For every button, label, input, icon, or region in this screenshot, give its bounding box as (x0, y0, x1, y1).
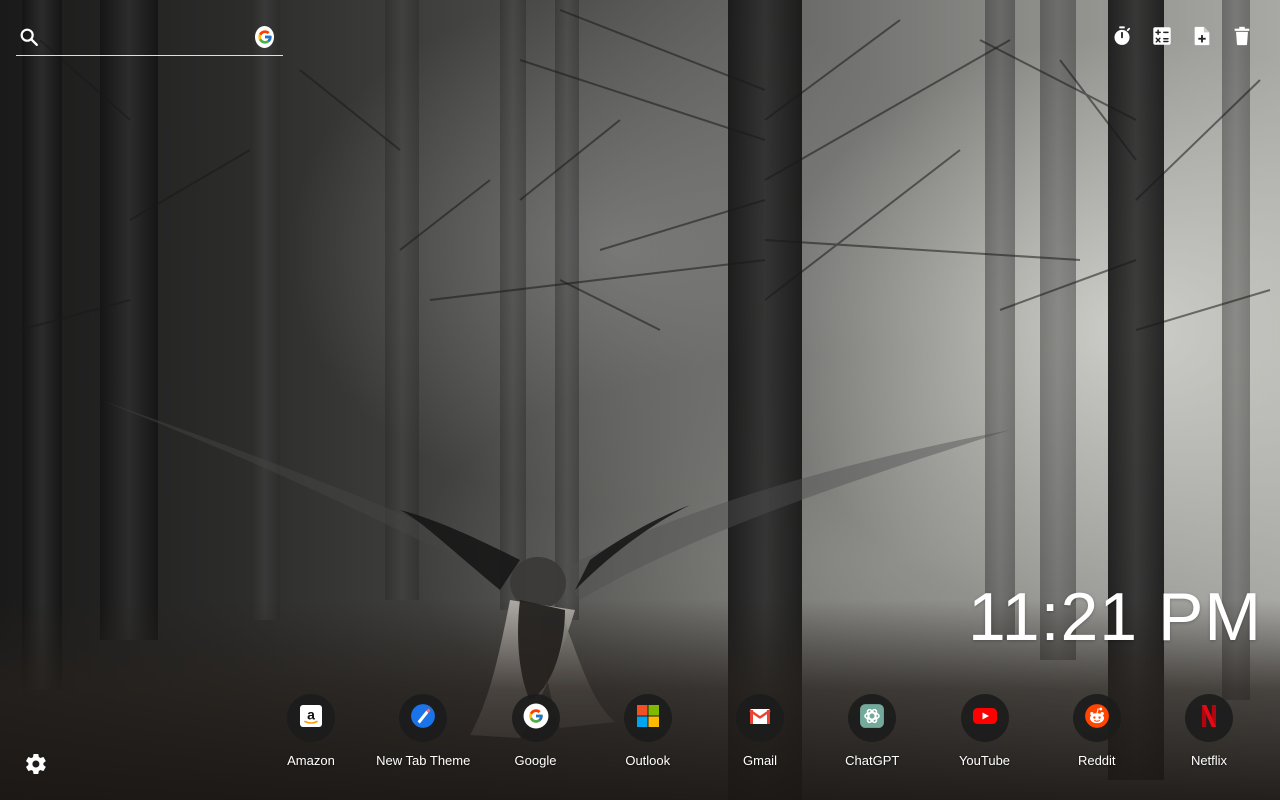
shortcut-tile[interactable] (1072, 694, 1121, 742)
shortcut-gmail[interactable]: Gmail (704, 694, 816, 768)
trash-icon[interactable] (1230, 24, 1254, 48)
shortcut-reddit[interactable]: Reddit (1041, 694, 1153, 768)
top-toolbar (1110, 24, 1254, 48)
shortcut-netflix[interactable]: Netflix (1153, 694, 1265, 768)
new-tab-theme-icon (410, 703, 436, 734)
shortcut-label: Reddit (1077, 753, 1116, 768)
add-file-icon[interactable] (1190, 24, 1214, 48)
shortcut-tile[interactable] (736, 694, 784, 742)
shortcuts-bar: a Amazon New Tab Theme Google Outlook Gm… (255, 694, 1265, 768)
gear-icon[interactable] (24, 752, 48, 776)
search-bar (16, 18, 283, 56)
shortcut-outlook[interactable]: Outlook (592, 694, 704, 768)
shortcut-tile[interactable] (960, 694, 1009, 742)
google-icon (523, 703, 549, 734)
svg-text:a: a (307, 706, 315, 722)
shortcut-label: ChatGPT (845, 753, 900, 768)
shortcut-label: Amazon (287, 753, 335, 768)
search-input[interactable] (40, 22, 255, 51)
shortcut-chatgpt[interactable]: ChatGPT (816, 694, 928, 768)
shortcut-label: YouTube (958, 753, 1011, 768)
shortcut-tile[interactable] (1185, 694, 1233, 742)
youtube-icon (972, 706, 998, 731)
microsoft-icon (636, 704, 660, 733)
background-wallpaper (0, 0, 1280, 800)
chatgpt-icon (859, 703, 885, 734)
shortcut-tile[interactable] (399, 694, 448, 742)
calculator-icon[interactable] (1150, 24, 1174, 48)
shortcut-tile[interactable] (848, 694, 897, 742)
search-icon[interactable] (18, 26, 40, 48)
shortcut-label: Gmail (743, 753, 777, 768)
shortcut-youtube[interactable]: YouTube (929, 694, 1041, 768)
shortcut-tile[interactable] (623, 694, 672, 742)
shortcut-tile[interactable]: a (287, 694, 335, 742)
shortcut-new-tab-theme[interactable]: New Tab Theme (367, 694, 479, 768)
shortcut-label: Netflix (1190, 753, 1228, 768)
reddit-icon (1084, 703, 1110, 734)
stopwatch-icon[interactable] (1110, 24, 1134, 48)
shortcut-tile[interactable] (511, 694, 560, 742)
shortcut-google[interactable]: Google (480, 694, 592, 768)
gmail-icon (748, 704, 772, 733)
amazon-icon: a (299, 704, 323, 733)
google-icon[interactable] (255, 25, 274, 48)
shortcut-label: Google (514, 753, 557, 768)
shortcut-label: Outlook (625, 753, 671, 768)
shortcut-amazon[interactable]: a Amazon (255, 694, 367, 768)
netflix-icon (1199, 703, 1219, 734)
clock-time: 11:21 PM (967, 579, 1262, 655)
shortcut-label: New Tab Theme (376, 753, 471, 768)
